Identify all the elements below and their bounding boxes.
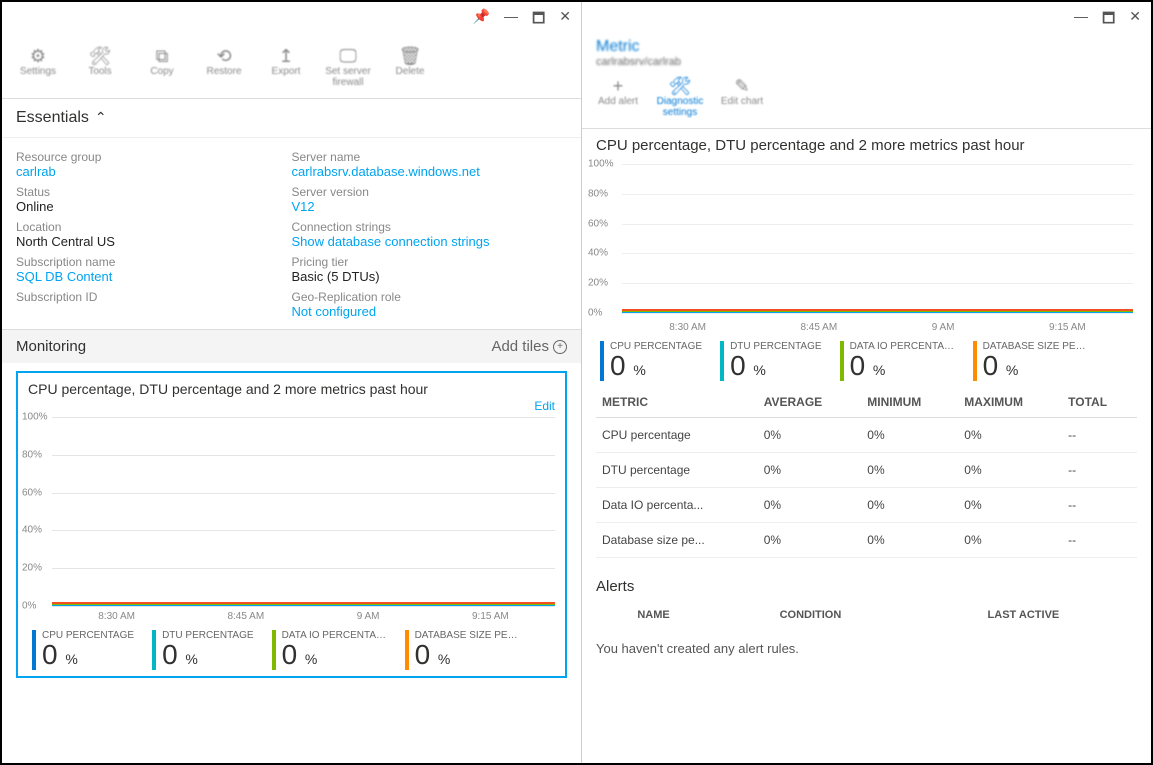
field-label: Server version <box>292 185 568 199</box>
field-value[interactable]: SQL DB Content <box>16 269 292 284</box>
table-row[interactable]: CPU percentage0%0%0%-- <box>596 418 1137 453</box>
toolbar-restore[interactable]: ⟲Restore <box>200 46 248 88</box>
toolbar-copy[interactable]: ⧉Copy <box>138 46 186 88</box>
right-chart-title: CPU percentage, DTU percentage and 2 mor… <box>582 129 1151 160</box>
y-tick: 40% <box>22 525 42 536</box>
x-tick: 9:15 AM <box>472 611 509 622</box>
col-header[interactable]: TOTAL <box>1062 387 1137 418</box>
col-header[interactable]: NAME <box>596 601 711 629</box>
legend-item[interactable]: DATABASE SIZE PERCENT...0 % <box>973 341 1088 381</box>
y-tick: 100% <box>588 159 614 170</box>
col-header[interactable]: AVERAGE <box>758 387 862 418</box>
monitoring-header: Monitoring <box>16 338 86 355</box>
legend-item[interactable]: CPU PERCENTAGE0 % <box>600 341 702 381</box>
minimize-icon[interactable]: — <box>1074 8 1088 32</box>
table-row[interactable]: Database size pe...0%0%0%-- <box>596 523 1137 558</box>
legend-item[interactable]: CPU PERCENTAGE0 % <box>32 630 134 670</box>
toolbar-diagnostic-settings[interactable]: 🛠Diagnostic settings <box>656 76 704 118</box>
y-tick: 40% <box>588 248 608 259</box>
field-label: Status <box>16 185 292 199</box>
field-value[interactable]: carlrab <box>16 164 292 179</box>
field-label: Subscription name <box>16 255 292 269</box>
y-tick: 0% <box>22 601 36 612</box>
legend-item[interactable]: DTU PERCENTAGE0 % <box>152 630 254 670</box>
field-label: Pricing tier <box>292 255 568 269</box>
chevron-up-icon[interactable] <box>95 109 107 127</box>
legend-value: 0 % <box>162 641 254 669</box>
pin-icon[interactable]: 📌 <box>473 8 490 32</box>
legend-value: 0 % <box>42 641 134 669</box>
chart-title: CPU percentage, DTU percentage and 2 mor… <box>28 381 555 397</box>
table-row[interactable]: Data IO percenta...0%0%0%-- <box>596 488 1137 523</box>
legend-value: 0 % <box>730 352 822 380</box>
maximize-icon[interactable]: 🗖 <box>532 8 545 32</box>
field-value[interactable]: Not configured <box>292 304 568 319</box>
field-value[interactable]: V12 <box>292 199 568 214</box>
y-tick: 20% <box>22 563 42 574</box>
x-tick: 9 AM <box>357 611 380 622</box>
plus-icon: + <box>553 340 567 354</box>
y-tick: 80% <box>22 449 42 460</box>
close-icon[interactable]: ✕ <box>559 8 571 32</box>
add-tiles-button[interactable]: Add tiles + <box>491 338 567 355</box>
field-value: Basic (5 DTUs) <box>292 269 568 284</box>
maximize-icon[interactable]: 🗖 <box>1102 8 1115 32</box>
toolbar-settings[interactable]: ⚙Settings <box>14 46 62 88</box>
x-tick: 8:30 AM <box>98 611 135 622</box>
toolbar-set-server-firewall[interactable]: 🖵Set server firewall <box>324 46 372 88</box>
field-label: Geo-Replication role <box>292 290 568 304</box>
x-tick: 8:45 AM <box>227 611 264 622</box>
toolbar-add-alert[interactable]: +Add alert <box>594 76 642 118</box>
field-value[interactable]: carlrabsrv.database.windows.net <box>292 164 568 179</box>
field-value[interactable]: Show database connection strings <box>292 234 568 249</box>
field-value: Online <box>16 199 292 214</box>
y-tick: 0% <box>588 308 602 319</box>
legend-value: 0 % <box>415 641 520 669</box>
toolbar-export[interactable]: ↥Export <box>262 46 310 88</box>
field-label: Connection strings <box>292 220 568 234</box>
legend-item[interactable]: DATA IO PERCENTAGE0 % <box>840 341 955 381</box>
y-tick: 100% <box>22 412 48 423</box>
toolbar-edit-chart[interactable]: ✎Edit chart <box>718 76 766 118</box>
legend-value: 0 % <box>282 641 387 669</box>
field-label: Resource group <box>16 150 292 164</box>
y-tick: 20% <box>588 278 608 289</box>
toolbar-tools[interactable]: 🛠Tools <box>76 46 124 88</box>
toolbar-delete[interactable]: 🗑Delete <box>386 46 434 88</box>
legend-value: 0 % <box>983 352 1088 380</box>
metric-chart-tile[interactable]: CPU percentage, DTU percentage and 2 mor… <box>16 371 567 678</box>
close-icon[interactable]: ✕ <box>1129 8 1141 32</box>
col-header[interactable]: METRIC <box>596 387 758 418</box>
metrics-table: METRICAVERAGEMINIMUMMAXIMUMTOTAL CPU per… <box>596 387 1137 558</box>
col-header[interactable]: MAXIMUM <box>958 387 1062 418</box>
col-header[interactable]: LAST ACTIVE <box>910 601 1137 629</box>
legend-value: 0 % <box>850 352 955 380</box>
minimize-icon[interactable]: — <box>504 8 518 32</box>
essentials-header[interactable]: Essentials <box>16 109 89 127</box>
alerts-table: NAMECONDITIONLAST ACTIVE <box>596 601 1137 629</box>
legend-value: 0 % <box>610 352 702 380</box>
y-tick: 60% <box>22 487 42 498</box>
col-header[interactable]: MINIMUM <box>861 387 958 418</box>
alerts-header: Alerts <box>582 564 1151 601</box>
legend-item[interactable]: DTU PERCENTAGE0 % <box>720 341 822 381</box>
table-row[interactable]: DTU percentage0%0%0%-- <box>596 453 1137 488</box>
col-header[interactable]: CONDITION <box>711 601 910 629</box>
x-tick: 9 AM <box>932 322 955 333</box>
field-value: North Central US <box>16 234 292 249</box>
field-label: Subscription ID <box>16 290 292 304</box>
legend-item[interactable]: DATA IO PERCENTAGE0 % <box>272 630 387 670</box>
blade-title: Metric <box>582 38 1151 56</box>
y-tick: 60% <box>588 218 608 229</box>
x-tick: 8:45 AM <box>800 322 837 333</box>
x-tick: 9:15 AM <box>1049 322 1086 333</box>
edit-chart-link[interactable]: Edit <box>28 399 555 413</box>
no-alerts-message: You haven't created any alert rules. <box>582 629 1151 668</box>
y-tick: 80% <box>588 188 608 199</box>
x-tick: 8:30 AM <box>669 322 706 333</box>
field-label: Location <box>16 220 292 234</box>
field-label: Server name <box>292 150 568 164</box>
blade-subtitle: carlrabsrv/carlrab <box>582 56 1151 68</box>
legend-item[interactable]: DATABASE SIZE PERCENT...0 % <box>405 630 520 670</box>
